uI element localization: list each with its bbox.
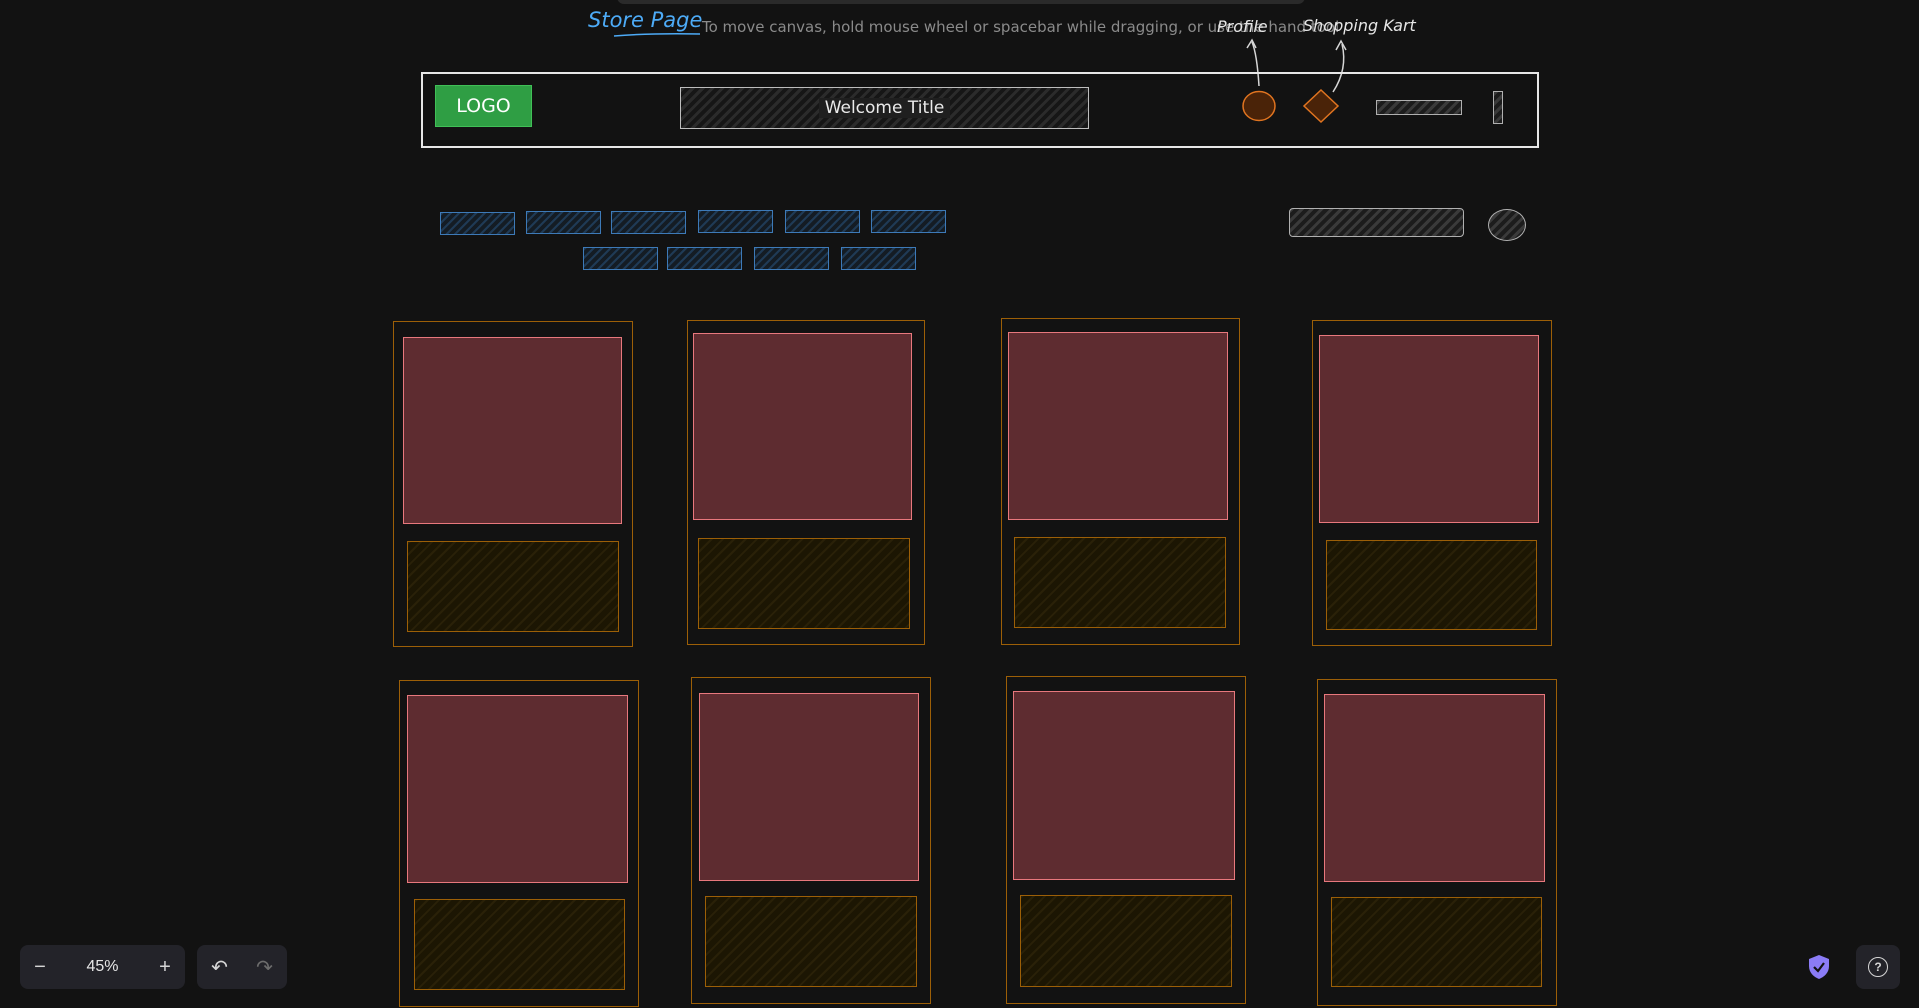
welcome-title-text: Welcome Title (818, 98, 951, 118)
header-search-bar[interactable] (1376, 100, 1462, 115)
shield-icon[interactable] (1807, 953, 1831, 981)
nav-pill[interactable] (698, 210, 773, 233)
product-details (1014, 537, 1226, 628)
cart-diamond-icon[interactable] (1302, 88, 1340, 124)
product-image (1319, 335, 1539, 523)
nav-pill[interactable] (440, 212, 515, 235)
title-underline (613, 33, 701, 37)
nav-pill[interactable] (526, 211, 601, 234)
product-image (403, 337, 622, 524)
header-menu-bar[interactable] (1493, 91, 1503, 124)
cart-annotation: Shopping Kart (1303, 16, 1416, 35)
zoom-level[interactable]: 45% (60, 958, 145, 976)
profile-circle-icon[interactable] (1241, 89, 1277, 123)
nav-pill[interactable] (871, 210, 946, 233)
product-details (1020, 895, 1232, 987)
page-title: Store Page (588, 8, 703, 32)
product-details (414, 899, 625, 990)
search-bar[interactable] (1289, 208, 1464, 237)
zoom-out-button[interactable]: − (20, 945, 60, 989)
top-toolbar-edge (617, 0, 1305, 4)
undo-button[interactable]: ↶ (197, 945, 242, 989)
help-button[interactable]: ? (1856, 945, 1900, 989)
product-image (407, 695, 628, 883)
redo-button[interactable]: ↷ (242, 945, 287, 989)
zoom-in-button[interactable]: + (145, 945, 185, 989)
nav-pill[interactable] (667, 247, 742, 270)
logo[interactable]: LOGO (435, 85, 532, 127)
product-image (693, 333, 912, 520)
nav-pill[interactable] (611, 211, 686, 234)
product-image (699, 693, 919, 881)
product-details (705, 896, 917, 987)
product-details (407, 541, 619, 632)
nav-pill[interactable] (841, 247, 916, 270)
product-image (1008, 332, 1228, 520)
nav-pill[interactable] (754, 247, 829, 270)
welcome-title: Welcome Title (680, 87, 1089, 129)
product-details (1331, 897, 1542, 987)
search-button[interactable] (1488, 209, 1526, 241)
product-details (1326, 540, 1537, 630)
nav-pill[interactable] (785, 210, 860, 233)
product-details (698, 538, 910, 629)
product-image (1013, 691, 1235, 880)
history-controls: ↶ ↷ (197, 945, 287, 989)
product-image (1324, 694, 1545, 882)
zoom-controls: − 45% + (20, 945, 185, 989)
nav-pill[interactable] (583, 247, 658, 270)
help-icon: ? (1868, 957, 1888, 977)
